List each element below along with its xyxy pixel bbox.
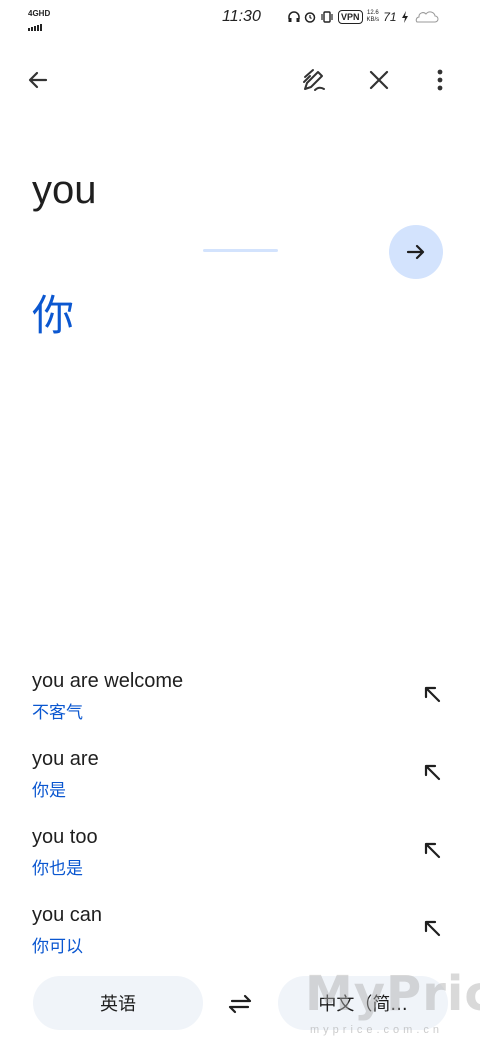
insert-suggestion-button[interactable] bbox=[418, 680, 446, 708]
swap-languages-button[interactable] bbox=[220, 984, 260, 1024]
insert-suggestion-button[interactable] bbox=[418, 836, 446, 864]
arrow-up-left-icon bbox=[424, 686, 441, 703]
battery-level: 71 bbox=[383, 10, 397, 24]
suggestion-item[interactable]: you too 你也是 bbox=[0, 820, 480, 898]
translation-result: 你 bbox=[32, 291, 75, 340]
handwriting-button[interactable] bbox=[294, 60, 334, 100]
arrow-up-left-icon bbox=[424, 764, 441, 781]
more-vert-icon bbox=[437, 69, 443, 91]
back-button[interactable] bbox=[18, 60, 58, 100]
source-text[interactable]: you bbox=[32, 168, 97, 213]
network-speed: 12.6 KB/s bbox=[367, 10, 380, 24]
close-icon bbox=[369, 70, 389, 90]
suggestion-item[interactable]: you can 你可以 bbox=[0, 898, 480, 976]
back-arrow-icon bbox=[28, 71, 48, 89]
target-language-button[interactable]: 中文（简... bbox=[278, 976, 448, 1030]
status-bar: 4GHD 11:30 VPN 12.6 KB/s 71 bbox=[0, 0, 480, 36]
arrow-right-icon bbox=[406, 244, 425, 260]
suggestion-source: you are welcome bbox=[32, 670, 184, 692]
suggestion-source: you are bbox=[32, 748, 99, 770]
insert-suggestion-button[interactable] bbox=[418, 758, 446, 786]
language-bar: 英语 中文（简... bbox=[0, 976, 480, 1032]
loading-indicator bbox=[203, 249, 278, 252]
vpn-badge: VPN bbox=[338, 10, 363, 24]
charging-icon bbox=[401, 11, 408, 23]
status-time: 11:30 bbox=[222, 8, 261, 25]
suggestion-translation: 你可以 bbox=[32, 937, 83, 957]
suggestion-item[interactable]: you are welcome 不客气 bbox=[0, 664, 480, 742]
speed-unit: KB/s bbox=[366, 17, 380, 23]
headphones-icon bbox=[288, 11, 300, 22]
source-language-button[interactable]: 英语 bbox=[33, 976, 203, 1030]
more-options-button[interactable] bbox=[420, 60, 460, 100]
swap-icon bbox=[228, 994, 252, 1014]
handwriting-icon bbox=[303, 69, 325, 91]
cloud-icon bbox=[415, 11, 438, 23]
arrow-up-left-icon bbox=[424, 842, 441, 859]
suggestion-list: you are welcome 不客气 you are 你是 you too 你… bbox=[0, 664, 480, 976]
suggestion-item[interactable]: you are 你是 bbox=[0, 742, 480, 820]
signal-icon bbox=[28, 19, 43, 31]
clear-button[interactable] bbox=[359, 60, 399, 100]
alarm-icon bbox=[304, 12, 316, 23]
arrow-up-left-icon bbox=[424, 920, 441, 937]
network-type: 4GHD bbox=[28, 9, 51, 18]
speed-value: 12.6 bbox=[367, 10, 379, 16]
translate-button[interactable] bbox=[389, 225, 443, 279]
vibrate-icon bbox=[321, 11, 333, 23]
suggestion-source: you can bbox=[32, 904, 103, 926]
insert-suggestion-button[interactable] bbox=[418, 914, 446, 942]
suggestion-translation: 你是 bbox=[32, 781, 66, 801]
suggestion-source: you too bbox=[32, 826, 98, 848]
status-icons: VPN 12.6 KB/s 71 bbox=[288, 10, 439, 24]
suggestion-translation: 你也是 bbox=[32, 859, 83, 879]
suggestion-translation: 不客气 bbox=[32, 703, 83, 723]
